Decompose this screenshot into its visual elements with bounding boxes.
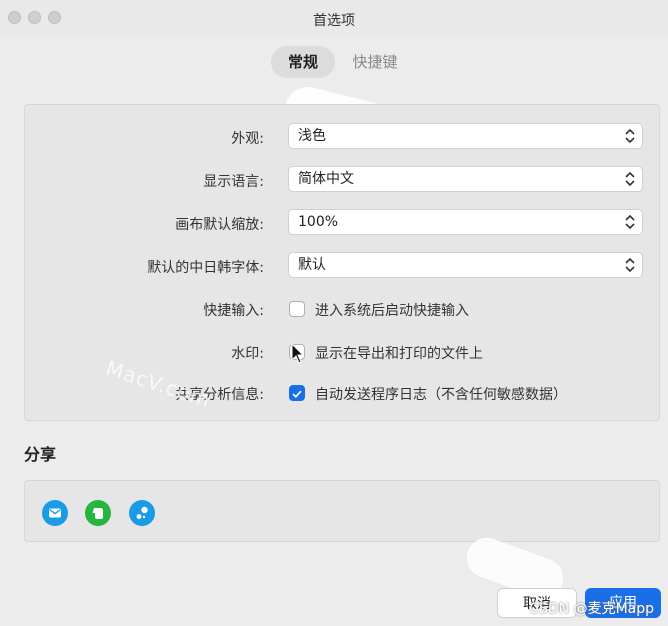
evernote-icon[interactable] [85, 500, 111, 526]
updown-chevron-icon [625, 128, 635, 144]
window-title: 首选项 [313, 13, 355, 29]
quick-input-option: 进入系统后启动快捷输入 [315, 303, 469, 319]
csdn-watermark: CSDN @麦克Mapp [529, 601, 654, 617]
analytics-option: 自动发送程序日志（不含任何敏感数据） [315, 387, 567, 403]
appearance-label: 外观: [231, 131, 264, 147]
language-value: 简体中文 [298, 171, 354, 187]
canvas-zoom-select[interactable]: 100% [288, 209, 643, 235]
language-select[interactable]: 简体中文 [288, 166, 643, 192]
canvas-zoom-value: 100% [298, 214, 339, 230]
watermark-option: 显示在导出和打印的文件上 [315, 346, 483, 362]
appearance-select[interactable]: 浅色 [288, 123, 643, 149]
cjk-font-label: 默认的中日韩字体: [147, 260, 264, 276]
watermark-label: 水印: [231, 346, 264, 362]
mouse-pointer-icon [291, 343, 305, 364]
share-panel [24, 480, 660, 542]
share-section-title: 分享 [24, 445, 57, 464]
tab-bar: 常规 快捷键 [0, 46, 668, 78]
canvas-zoom-label: 画布默认缩放: [175, 217, 264, 233]
quick-input-checkbox[interactable] [289, 301, 305, 317]
checkmark-icon [292, 390, 302, 399]
title-bar: 首选项 [0, 0, 668, 36]
share-app-icon[interactable] [129, 500, 155, 526]
mail-icon[interactable] [42, 500, 68, 526]
quick-input-label: 快捷输入: [203, 303, 264, 319]
updown-chevron-icon [625, 214, 635, 230]
tab-general[interactable]: 常规 [271, 46, 335, 78]
cjk-font-select[interactable]: 默认 [288, 252, 643, 278]
updown-chevron-icon [625, 257, 635, 273]
updown-chevron-icon [625, 171, 635, 187]
tab-shortcuts[interactable]: 快捷键 [343, 46, 407, 78]
analytics-checkbox[interactable] [289, 385, 305, 401]
appearance-value: 浅色 [298, 128, 326, 144]
cjk-font-value: 默认 [298, 257, 326, 273]
language-label: 显示语言: [203, 174, 264, 190]
